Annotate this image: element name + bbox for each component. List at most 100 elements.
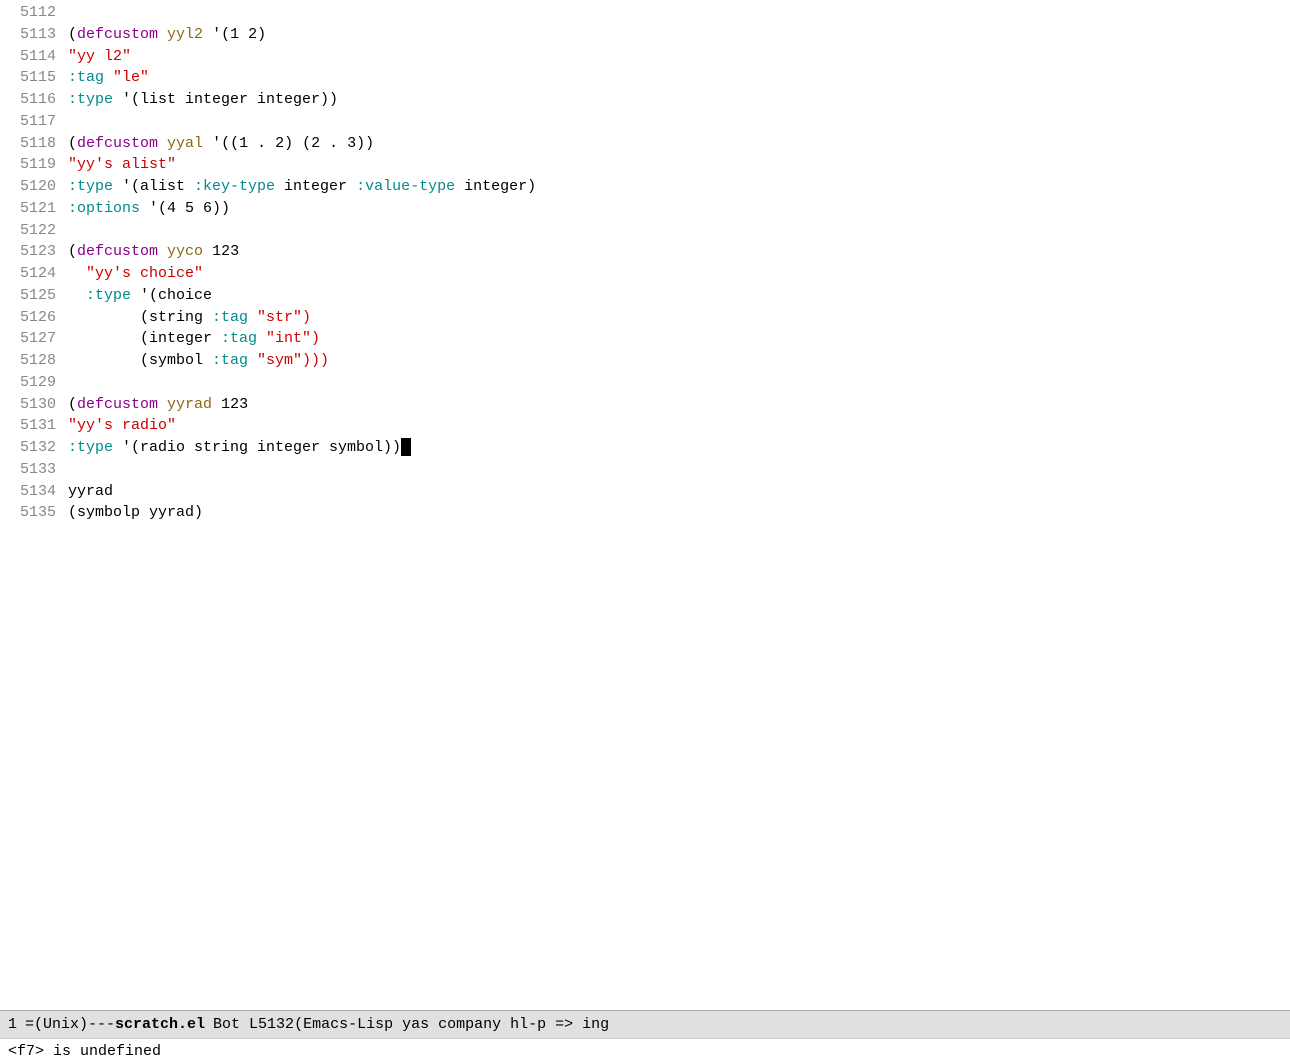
code-line: 5121 :options '(4 5 6)) bbox=[0, 198, 1290, 220]
code-line: 5129 bbox=[0, 372, 1290, 394]
line-content: :type '(choice bbox=[68, 285, 1282, 307]
token-c-plain: (symbolp yyrad) bbox=[68, 504, 203, 521]
token-c-plain: 123 bbox=[203, 243, 239, 260]
code-line: 5119"yy's alist" bbox=[0, 154, 1290, 176]
line-content: (defcustom yyrad 123 bbox=[68, 394, 1282, 416]
token-c-property: :type bbox=[86, 287, 131, 304]
token-c-plain bbox=[68, 287, 86, 304]
code-line: 5132:type '(radio string integer symbol)… bbox=[0, 437, 1290, 459]
token-c-plain: (integer bbox=[68, 330, 221, 347]
line-content-empty bbox=[68, 633, 1282, 655]
token-c-property: :value-type bbox=[356, 178, 455, 195]
status-modes: (Emacs-Lisp yas company hl-p => ing bbox=[294, 1014, 609, 1036]
token-c-plain: '(choice bbox=[131, 287, 212, 304]
line-number: 5128 bbox=[8, 350, 56, 372]
token-c-property: :type bbox=[68, 439, 113, 456]
token-c-plain: '(radio string integer symbol)) bbox=[113, 439, 401, 456]
line-content: (symbolp yyrad) bbox=[68, 502, 1282, 524]
token-c-varname: yyl2 bbox=[167, 26, 203, 43]
token-c-property: :tag bbox=[221, 330, 257, 347]
mini-buffer-text: <f7> is undefined bbox=[8, 1041, 161, 1063]
token-c-string: "le" bbox=[104, 69, 149, 86]
token-c-plain: '(4 5 6)) bbox=[140, 200, 230, 217]
line-number: 5123 bbox=[8, 241, 56, 263]
token-c-plain: (string bbox=[68, 309, 212, 326]
token-c-plain bbox=[158, 135, 167, 152]
line-content-empty bbox=[68, 546, 1282, 568]
code-line: 5126 (string :tag "str") bbox=[0, 307, 1290, 329]
status-bar: 1 =(Unix)--- scratch.el Bot L5132 (Emacs… bbox=[0, 1010, 1290, 1038]
code-line: 5114"yy l2" bbox=[0, 46, 1290, 68]
token-c-plain: integer bbox=[275, 178, 356, 195]
line-content: :type '(list integer integer)) bbox=[68, 89, 1282, 111]
code-line: 5112 bbox=[0, 2, 1290, 24]
line-content bbox=[68, 2, 1282, 24]
line-number: 5129 bbox=[8, 372, 56, 394]
token-c-plain: yyrad bbox=[68, 483, 113, 500]
text-cursor bbox=[401, 438, 411, 456]
line-number: 5131 bbox=[8, 415, 56, 437]
line-number: 5119 bbox=[8, 154, 56, 176]
line-number: 5126 bbox=[8, 307, 56, 329]
line-number: 5122 bbox=[8, 220, 56, 242]
token-c-keyword: defcustom bbox=[77, 243, 158, 260]
code-line: 5133 bbox=[0, 459, 1290, 481]
token-c-paren: ( bbox=[68, 26, 77, 43]
token-c-plain bbox=[158, 26, 167, 43]
line-number: 5127 bbox=[8, 328, 56, 350]
code-line: 5134yyrad bbox=[0, 481, 1290, 503]
editor-area: 5112 5113(defcustom yyl2 '(1 2)5114"yy l… bbox=[0, 0, 1290, 1010]
mini-buffer: <f7> is undefined bbox=[0, 1038, 1290, 1064]
line-content: :type '(alist :key-type integer :value-t… bbox=[68, 176, 1282, 198]
line-number: 5120 bbox=[8, 176, 56, 198]
line-content: "yy's radio" bbox=[68, 415, 1282, 437]
token-c-keyword: defcustom bbox=[77, 26, 158, 43]
code-line-empty bbox=[0, 611, 1290, 633]
token-c-plain: '(1 2) bbox=[203, 26, 266, 43]
code-line-empty bbox=[0, 589, 1290, 611]
line-content: (integer :tag "int") bbox=[68, 328, 1282, 350]
token-c-plain: integer) bbox=[455, 178, 536, 195]
line-content: :options '(4 5 6)) bbox=[68, 198, 1282, 220]
code-line: 5123 (defcustom yyco 123 bbox=[0, 241, 1290, 263]
line-content: (defcustom yyco 123 bbox=[68, 241, 1282, 263]
line-number: 5116 bbox=[8, 89, 56, 111]
token-c-plain bbox=[158, 396, 167, 413]
status-encoding: 1 bbox=[8, 1014, 17, 1036]
token-c-property: :type bbox=[68, 178, 113, 195]
line-number: 5113 bbox=[8, 24, 56, 46]
code-line-empty bbox=[0, 633, 1290, 655]
line-number: 5114 bbox=[8, 46, 56, 68]
status-filename: scratch.el bbox=[115, 1014, 205, 1036]
line-content-empty bbox=[68, 524, 1282, 546]
token-c-property: :options bbox=[68, 200, 140, 217]
token-c-string: "sym"))) bbox=[248, 352, 329, 369]
status-mode: =(Unix)--- bbox=[25, 1014, 115, 1036]
token-c-property: :key-type bbox=[194, 178, 275, 195]
status-info: Bot L5132 bbox=[213, 1014, 294, 1036]
token-c-plain: (symbol bbox=[68, 352, 212, 369]
token-c-plain: '((1 . 2) (2 . 3)) bbox=[203, 135, 374, 152]
token-c-plain: '(alist bbox=[113, 178, 194, 195]
line-number: 5121 bbox=[8, 198, 56, 220]
line-content-empty bbox=[68, 568, 1282, 590]
token-c-varname: yyco bbox=[167, 243, 203, 260]
code-line: 5127 (integer :tag "int") bbox=[0, 328, 1290, 350]
line-number: 5130 bbox=[8, 394, 56, 416]
line-content: (string :tag "str") bbox=[68, 307, 1282, 329]
token-c-paren: ( bbox=[68, 135, 77, 152]
token-c-property: :tag bbox=[68, 69, 104, 86]
code-line: 5118(defcustom yyal '((1 . 2) (2 . 3)) bbox=[0, 133, 1290, 155]
line-content bbox=[68, 459, 1282, 481]
token-c-plain bbox=[158, 243, 167, 260]
token-c-string: "yy's choice" bbox=[68, 265, 203, 282]
line-content: :tag "le" bbox=[68, 67, 1282, 89]
code-line: 5122 bbox=[0, 220, 1290, 242]
line-content bbox=[68, 220, 1282, 242]
line-number: 5118 bbox=[8, 133, 56, 155]
code-line: 5125 :type '(choice bbox=[0, 285, 1290, 307]
line-content-empty bbox=[68, 589, 1282, 611]
token-c-string: "str") bbox=[248, 309, 311, 326]
code-line: 5117 bbox=[0, 111, 1290, 133]
line-content bbox=[68, 111, 1282, 133]
